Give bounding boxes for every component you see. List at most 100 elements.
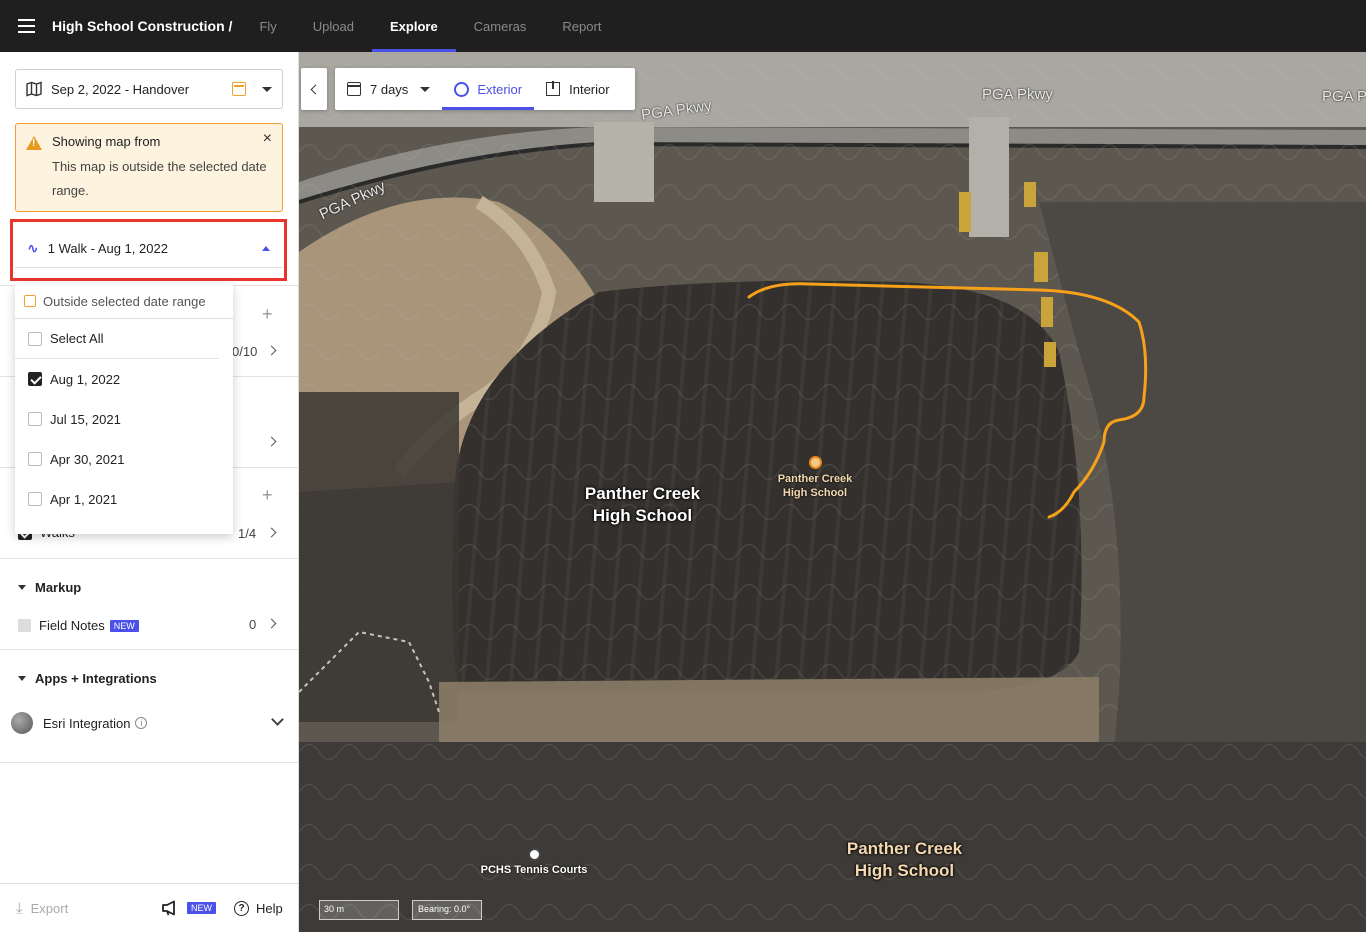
hamburger-menu-icon[interactable]	[0, 0, 52, 52]
new-badge: NEW	[109, 619, 139, 632]
select-all-option[interactable]: Select All	[15, 319, 219, 359]
help-button[interactable]: ? Help	[234, 900, 283, 916]
poi-tennis[interactable]: PCHS Tennis Courts	[475, 848, 593, 876]
interior-label: Interior	[569, 81, 610, 97]
caret-down-icon	[18, 676, 26, 681]
poi-school[interactable]: Panther Creek High School	[771, 456, 859, 500]
floorplan-icon	[546, 81, 561, 96]
date-option-checkbox[interactable]	[28, 492, 42, 506]
date-option-checkbox[interactable]	[28, 412, 42, 426]
caret-down-icon	[18, 585, 26, 590]
road-label: PGA P	[1322, 88, 1366, 105]
select-all-label: Select All	[50, 331, 104, 346]
divider	[0, 649, 298, 650]
map-label: Panther Creek High School	[584, 484, 701, 525]
close-icon[interactable]: ×	[263, 130, 272, 148]
field-notes-label: Field Notes	[39, 618, 105, 633]
date-option-checkbox[interactable]	[28, 452, 42, 466]
walk-select[interactable]: ∿ 1 Walk - Aug 1, 2022	[15, 230, 282, 268]
date-range-label: 7 days	[370, 81, 409, 97]
sidebar: Sep 2, 2022 - Handover Showing map from …	[0, 52, 299, 932]
new-badge: NEW	[187, 902, 216, 914]
date-option[interactable]: Apr 1, 2021	[15, 479, 233, 519]
walk-dropdown: Outside selected date range Select All A…	[15, 284, 233, 534]
date-option[interactable]: Jul 15, 2021	[15, 399, 233, 439]
tab-exterior[interactable]: Exterior	[442, 68, 534, 110]
help-label: Help	[256, 900, 283, 916]
bearing-indicator: Bearing: 0.0°	[412, 900, 482, 920]
poi-tennis-label: PCHS Tennis Courts	[480, 864, 588, 876]
field-notes-row[interactable]: Field Notes NEW	[18, 618, 139, 633]
chevron-down-icon	[262, 86, 272, 92]
date-option-checkbox[interactable]	[28, 372, 42, 386]
layer-count: 0/10	[232, 344, 258, 359]
tab-fly[interactable]: Fly	[241, 0, 294, 52]
date-option-label: Jul 15, 2021	[50, 411, 121, 427]
info-icon[interactable]: i	[135, 717, 148, 729]
map-icon	[26, 81, 42, 97]
export-button[interactable]: ⤓ Export	[16, 900, 68, 917]
walk-select-label: 1 Walk - Aug 1, 2022	[47, 241, 168, 256]
warning-title: Showing map from	[52, 134, 161, 149]
markup-section-title[interactable]: Markup	[18, 580, 81, 595]
collapse-sidebar-button[interactable]	[301, 68, 327, 110]
date-range-button[interactable]: 7 days	[335, 68, 442, 110]
field-notes-count: 0	[249, 617, 257, 632]
date-select-label: Sep 2, 2022 - Handover	[51, 81, 190, 97]
add-icon[interactable]: +	[262, 304, 273, 325]
calendar-icon	[347, 82, 361, 96]
apps-section-title[interactable]: Apps + Integrations	[18, 671, 157, 686]
exterior-label: Exterior	[477, 81, 523, 97]
chevron-down-icon[interactable]	[271, 713, 284, 726]
map-label: Panther Creek High School	[846, 839, 963, 880]
download-icon: ⤓	[16, 899, 23, 917]
date-option-label: Apr 30, 2021	[50, 451, 125, 467]
chevron-right-icon[interactable]	[266, 527, 277, 538]
calendar-warning-icon	[24, 295, 36, 307]
map-view[interactable]: PGA Pkwy PGA Pkwy PGA Pkwy PGA P Panther…	[299, 52, 1366, 932]
divider	[0, 558, 298, 559]
tab-upload[interactable]: Upload	[295, 0, 372, 52]
esri-integration-row[interactable]: Esri Integration i	[11, 712, 148, 734]
chevron-down-icon	[420, 86, 431, 92]
esri-globe-icon	[11, 712, 33, 734]
outside-range-warning: Showing map from This map is outside the…	[15, 123, 283, 212]
date-option[interactable]: Apr 30, 2021	[15, 439, 233, 479]
date-option-label: Apr 1, 2021	[50, 491, 118, 507]
chevron-right-icon[interactable]	[266, 618, 277, 629]
tab-explore[interactable]: Explore	[371, 0, 456, 52]
apps-title-text: Apps + Integrations	[35, 671, 157, 686]
chevron-left-icon	[310, 84, 321, 94]
project-title[interactable]: High School Construction /	[52, 18, 232, 34]
sidebar-footer: ⤓ Export NEW ? Help	[0, 883, 298, 932]
add-icon[interactable]: +	[262, 485, 273, 506]
chevron-right-icon[interactable]	[266, 436, 277, 447]
walks-count: 1/4	[238, 526, 257, 541]
chevron-right-icon[interactable]	[266, 345, 277, 356]
date-select[interactable]: Sep 2, 2022 - Handover	[15, 69, 283, 109]
warning-body: This map is outside the selected date ra…	[52, 159, 267, 198]
megaphone-icon	[162, 900, 175, 916]
divider	[0, 762, 298, 763]
select-all-checkbox[interactable]	[28, 331, 42, 346]
date-option[interactable]: Aug 1, 2022	[15, 359, 233, 399]
warning-icon	[26, 136, 42, 150]
date-option-label: Aug 1, 2022	[50, 371, 121, 387]
calendar-warning-icon	[232, 82, 246, 96]
tab-interior[interactable]: Interior	[534, 68, 621, 110]
tennis-icon	[527, 848, 541, 861]
export-label: Export	[30, 900, 69, 916]
scale-bar: 30 m	[319, 900, 399, 920]
tab-cameras[interactable]: Cameras	[456, 0, 545, 52]
school-icon	[808, 456, 822, 469]
markup-title-text: Markup	[35, 580, 82, 595]
road-label: PGA Pkwy	[982, 86, 1053, 103]
tab-report[interactable]: Report	[544, 0, 619, 52]
esri-label: Esri Integration	[43, 715, 131, 731]
map-toolbar: 7 days Exterior Interior	[335, 68, 635, 110]
dropdown-header: Outside selected date range	[15, 284, 233, 319]
walk-path-icon: ∿	[27, 240, 39, 256]
field-notes-checkbox[interactable]	[18, 619, 31, 632]
announcements-button[interactable]: NEW	[161, 900, 216, 916]
dropdown-header-text: Outside selected date range	[43, 293, 206, 309]
